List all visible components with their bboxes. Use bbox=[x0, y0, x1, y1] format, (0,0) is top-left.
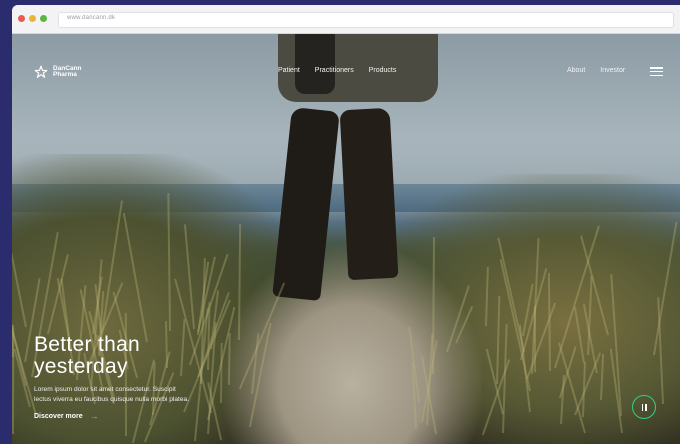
hero-person-legs bbox=[272, 79, 409, 301]
close-window-icon[interactable] bbox=[18, 15, 25, 22]
brand-name-line2: Pharma bbox=[53, 71, 77, 78]
maximize-window-icon[interactable] bbox=[40, 15, 47, 22]
hero-section: DanCann Pharma Patient Practitioners Pro… bbox=[12, 34, 680, 444]
arrow-right-icon: → bbox=[89, 411, 99, 421]
site-header: DanCann Pharma Patient Practitioners Pro… bbox=[12, 34, 680, 104]
brand-logo[interactable]: DanCann Pharma bbox=[34, 65, 82, 79]
nav-link-products[interactable]: Products bbox=[369, 67, 397, 74]
address-bar[interactable]: www.dancann.dk bbox=[58, 12, 674, 28]
pause-button[interactable] bbox=[632, 395, 656, 419]
nav-link-patient[interactable]: Patient bbox=[278, 67, 300, 74]
discover-more-label: Discover more bbox=[34, 412, 83, 420]
hero-headline: Better than yesterday bbox=[34, 334, 140, 378]
browser-toolbar: www.dancann.dk bbox=[12, 5, 680, 34]
hero-headline-line2: yesterday bbox=[34, 355, 128, 378]
nav-link-about[interactable]: About bbox=[567, 67, 585, 74]
hero-person-leg-right bbox=[339, 107, 399, 281]
hero-headline-line1: Better than bbox=[34, 333, 141, 356]
address-bar-url: www.dancann.dk bbox=[67, 15, 116, 21]
hero-description-line1: Lorem ipsum dolor sit amet consectetur. … bbox=[34, 386, 176, 393]
pause-icon-bar-left bbox=[641, 403, 643, 411]
hero-description-line2: lectus viverra eu faucibus quisque nulla… bbox=[34, 396, 190, 403]
hero-person-leg-left bbox=[272, 107, 340, 301]
nav-link-practitioners[interactable]: Practitioners bbox=[315, 67, 354, 74]
secondary-nav: About Investor bbox=[567, 67, 640, 74]
minimize-window-icon[interactable] bbox=[29, 15, 36, 22]
hamburger-menu-icon[interactable] bbox=[650, 67, 663, 77]
pause-icon-bar-right bbox=[645, 403, 647, 411]
hero-description: Lorem ipsum dolor sit amet consectetur. … bbox=[34, 385, 224, 405]
discover-more-link[interactable]: Discover more → bbox=[34, 411, 99, 421]
browser-window: www.dancann.dk DanCann Pharma Patient Pr… bbox=[12, 5, 680, 444]
nav-link-investor[interactable]: Investor bbox=[600, 67, 625, 74]
brand-name: DanCann Pharma bbox=[53, 65, 82, 79]
primary-nav: Patient Practitioners Products bbox=[278, 67, 411, 74]
star-logo-icon bbox=[34, 65, 48, 78]
